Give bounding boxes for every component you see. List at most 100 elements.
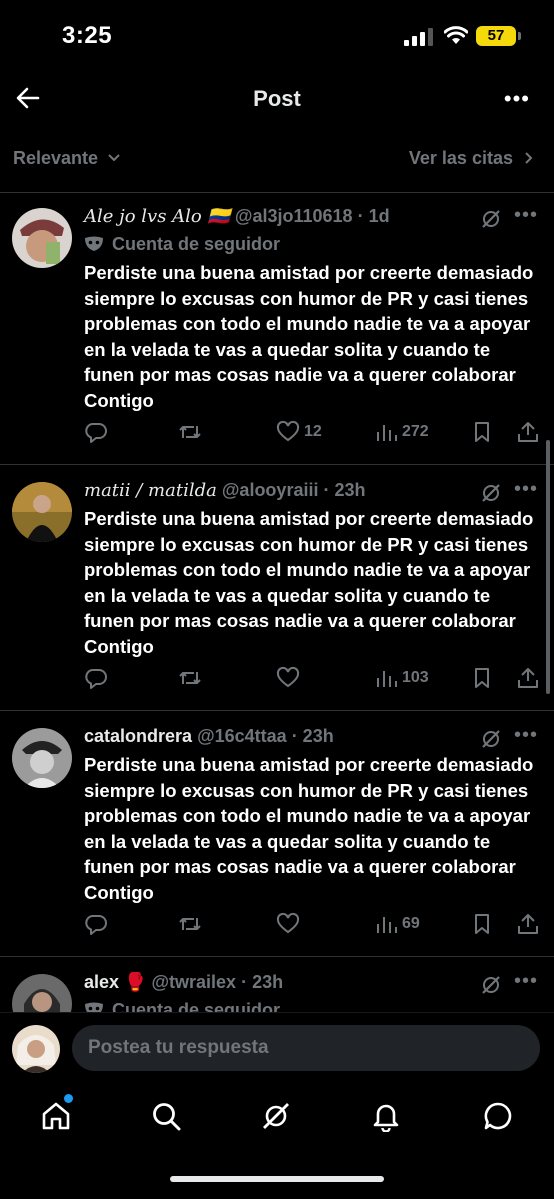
search-icon[interactable] (150, 1100, 182, 1132)
reply-post[interactable]: catalondrera @16c4ttaa · 23h ••• Perdist… (0, 724, 554, 956)
view-count: 69 (402, 915, 420, 932)
user-handle[interactable]: @al3jo110618 (235, 206, 353, 226)
share-button[interactable] (516, 666, 540, 692)
action-bar: 103 (84, 666, 544, 696)
user-handle[interactable]: @16c4ttaa (197, 726, 287, 746)
share-button[interactable] (516, 912, 540, 938)
share-icon (518, 914, 538, 934)
repost-icon (179, 672, 201, 684)
battery-indicator: 57 (476, 26, 521, 46)
bookmark-icon (475, 668, 489, 688)
reply-input[interactable]: Postea tu respuesta (72, 1025, 540, 1071)
messages-icon[interactable] (482, 1100, 514, 1132)
bottom-tab-bar (0, 1086, 554, 1146)
status-bar: 3:25 57 (0, 0, 554, 72)
reply-post[interactable]: Ale jo lvs Alo 🇨🇴 @al3jo110618 · 1d ••• … (0, 204, 554, 464)
divider (0, 956, 554, 957)
post-header: matii / matilda @alooyraiii · 23h (84, 480, 366, 506)
views-button[interactable]: 272 (374, 420, 429, 446)
avatar[interactable] (12, 728, 72, 788)
reply-post[interactable]: alex 🥊 @twrailex · 23h ••• Cuenta de seg… (0, 972, 554, 1012)
view-count: 103 (402, 669, 429, 686)
post-text: Perdiste una buena amistad por creerte d… (84, 262, 534, 411)
like-button[interactable] (276, 912, 300, 938)
chevron-right-icon (525, 152, 533, 164)
views-button[interactable]: 69 (374, 912, 420, 938)
more-icon[interactable]: ••• (514, 478, 538, 501)
user-handle[interactable]: @twrailex (151, 972, 236, 992)
grok-icon[interactable] (480, 728, 502, 750)
more-icon[interactable]: ••• (504, 86, 530, 112)
mask-icon (85, 236, 103, 251)
like-button[interactable]: 12 (276, 420, 322, 446)
reply-button[interactable] (84, 912, 108, 938)
view-quotes-link[interactable]: Ver las citas (409, 148, 534, 169)
quotes-label: Ver las citas (408, 148, 513, 168)
repost-button[interactable] (178, 666, 202, 692)
status-time: 3:25 (62, 22, 113, 49)
display-name[interactable]: Ale jo lvs Alo 🇨🇴 (84, 206, 230, 227)
bookmark-button[interactable] (470, 666, 494, 692)
views-icon (377, 671, 397, 687)
avatar[interactable] (12, 1025, 60, 1073)
display-name[interactable]: alex 🥊 (84, 972, 146, 992)
reply-icon (85, 423, 107, 443)
more-icon[interactable]: ••• (514, 724, 538, 747)
like-count: 12 (304, 423, 322, 440)
views-button[interactable]: 103 (374, 666, 429, 692)
heart-icon (276, 912, 300, 934)
avatar[interactable] (12, 974, 72, 1012)
filter-row: Relevante Ver las citas (0, 134, 554, 180)
reply-icon (85, 915, 107, 935)
top-bar: Post ••• (0, 72, 554, 126)
avatar[interactable] (12, 208, 72, 268)
views-icon (377, 917, 397, 933)
wifi-icon (444, 26, 468, 44)
reply-button[interactable] (84, 420, 108, 446)
post-time: · 23h (241, 972, 284, 992)
repost-icon (179, 426, 201, 438)
share-icon (518, 422, 538, 442)
avatar[interactable] (12, 482, 72, 542)
heart-icon (276, 420, 300, 442)
grok-icon[interactable] (260, 1100, 292, 1132)
repost-button[interactable] (178, 420, 202, 446)
reply-post[interactable]: matii / matilda @alooyraiii · 23h ••• Pe… (0, 478, 554, 710)
heart-icon (276, 666, 300, 688)
like-button[interactable] (276, 666, 300, 692)
reply-icon (85, 669, 107, 689)
share-icon (518, 668, 538, 688)
view-count: 272 (402, 423, 429, 440)
sort-dropdown[interactable]: Relevante (13, 148, 121, 169)
follower-badge: Cuenta de seguidor (84, 234, 280, 255)
more-icon[interactable]: ••• (514, 972, 538, 993)
action-bar: 12 272 (84, 420, 544, 450)
home-indicator (170, 1176, 384, 1182)
post-text: Perdiste una buena amistad por creerte d… (84, 508, 534, 657)
home-icon[interactable] (40, 1100, 72, 1132)
grok-icon[interactable] (480, 208, 502, 230)
sort-label: Relevante (13, 148, 99, 168)
grok-icon[interactable] (480, 482, 502, 504)
bell-icon[interactable] (370, 1100, 402, 1132)
follower-badge: Cuenta de seguidor (84, 1000, 280, 1012)
reply-button[interactable] (84, 666, 108, 692)
bookmark-button[interactable] (470, 420, 494, 446)
views-icon (377, 425, 397, 441)
display-name[interactable]: matii / matilda (84, 480, 217, 501)
chevron-down-icon (108, 154, 120, 162)
share-button[interactable] (516, 420, 540, 446)
mask-icon (85, 1002, 103, 1012)
post-text: Perdiste una buena amistad por creerte d… (84, 754, 534, 903)
post-time: · 23h (323, 480, 366, 500)
signal-icon (404, 28, 433, 46)
post-time: · 1d (357, 206, 390, 226)
user-handle[interactable]: @alooyraiii (222, 480, 319, 500)
scrollbar[interactable] (546, 440, 550, 694)
divider (0, 710, 554, 711)
display-name[interactable]: catalondrera (84, 726, 192, 746)
grok-icon[interactable] (480, 974, 502, 996)
bookmark-button[interactable] (470, 912, 494, 938)
repost-button[interactable] (178, 912, 202, 938)
more-icon[interactable]: ••• (514, 204, 538, 227)
